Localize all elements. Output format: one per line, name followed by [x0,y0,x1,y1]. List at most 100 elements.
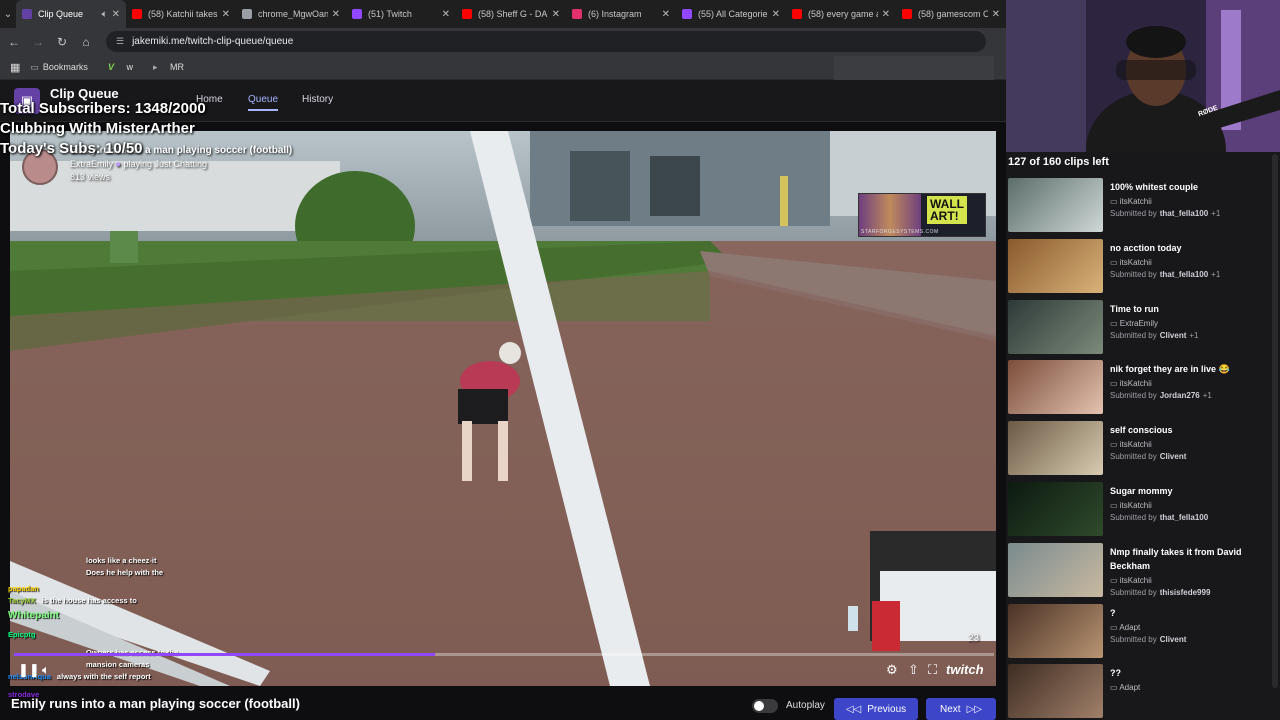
tab-close-icon[interactable]: ✕ [112,9,120,20]
tab-close-icon[interactable]: ✕ [662,9,670,20]
queue-scrollbar[interactable] [1272,154,1278,688]
chat-username[interactable]: strodave [8,690,39,699]
queue-item-broadcaster-line: ▭ ExtraEmily [1110,319,1158,328]
tab-close-icon[interactable]: ✕ [332,9,340,20]
video-progress-fill [14,653,436,656]
clip-game: playing Just Chatting [123,159,208,169]
browser-tab[interactable]: (58) gamescom O ✕ [896,0,1006,28]
bookmark-w[interactable]: V w [98,62,133,72]
queue-item[interactable]: Time to run ▭ ExtraEmily Submitted by Clive… [1006,299,1270,358]
chat-username[interactable]: papadan [8,584,39,593]
stream-title: Clubbing With MisterArther [0,120,195,137]
back-icon[interactable]: ← [2,35,26,49]
queue-thumbnail [1008,603,1103,658]
chat-message: Does he help with the [8,568,163,577]
tab-title: (55) All Categorie [698,9,768,19]
site-info-icon[interactable]: ☰ [116,36,124,47]
tab-favicon-icon [352,9,362,19]
url-text: jakemiki.me/twitch-clip-queue/queue [132,36,294,47]
nav-queue[interactable]: Queue [248,94,279,111]
total-subs: Total Subscribers: 1348/2000 [0,100,206,117]
queue-item[interactable]: ?? ▭ Adapt [1006,664,1270,720]
tab-close-icon[interactable]: ✕ [552,9,560,20]
share-icon[interactable]: ⇧ [908,662,919,678]
chat-username[interactable]: Whitepaint [8,610,59,621]
queue-thumbnail [1008,360,1103,415]
queue-item-broadcaster-line: ▭ itsKatchii [1110,258,1152,267]
tab-audio-icon[interactable]: 🔈︎ [102,9,108,20]
home-icon[interactable]: ⌂ [74,35,98,49]
queue-item-submitter-line: Submitted by Jordan276 +1 [1110,391,1212,400]
chat-username[interactable]: TacyMX [8,596,36,605]
video-timecode: 23 [968,633,980,644]
queue-item[interactable]: self conscious ▭ itsKatchii Submitted by Cl… [1006,421,1270,479]
queue-item-broadcaster: ExtraEmily [1119,318,1159,328]
queue-thumbnail [1008,542,1103,597]
queue-item-broadcaster-line: ▭ itsKatchii [1110,197,1152,206]
forward-icon[interactable]: → [26,35,50,49]
screen: ⌄ Clip Queue 🔈︎ ✕ (58) Katchii takes ✕ chrome… [0,0,1280,720]
webcam-image [1006,0,1280,152]
queue-item[interactable]: Nmp finally takes it from David Beckham ▭… [1006,542,1270,601]
browser-tab[interactable]: (55) All Categorie ✕ [676,0,786,28]
queue-item-title: 100% whitest couple [1110,182,1199,192]
queue-thumbnail [1008,664,1103,719]
tab-favicon-icon [22,9,32,19]
chat-bubble-icon: ▭ [1110,197,1120,206]
autoplay-knob [754,701,764,711]
tab-favicon-icon [132,9,142,19]
queue-item-broadcaster: itsKatchii [1119,575,1152,585]
pause-icon[interactable]: ❚❚ [18,662,40,678]
queue-item[interactable]: nik forget they are in live 😂 ▭ itsKatchi… [1006,360,1270,418]
browser-tab[interactable]: Clip Queue 🔈︎ ✕ [16,0,126,28]
next-button[interactable]: Next ▷▷ [926,698,996,720]
tab-favicon-icon [682,9,692,19]
queue-item-submitter: that_fella100 [1159,269,1209,279]
twitch-logo[interactable]: twitch [946,662,984,677]
queue-item[interactable]: no acction today ▭ itsKatchii Submitted by… [1006,238,1270,297]
url-bar[interactable]: ☰ jakemiki.me/twitch-clip-queue/queue [106,31,986,52]
webcam-feed: RØDE [1006,0,1280,152]
tab-close-icon[interactable]: ✕ [442,9,450,20]
browser-tab[interactable]: (51) Twitch ✕ [346,0,456,28]
tab-search-icon[interactable]: ⌄ [0,0,16,28]
chat-text: looks like a cheez-it [86,556,157,565]
nav-history[interactable]: History [302,94,333,105]
reload-icon[interactable]: ↻ [50,35,74,49]
browser-tab[interactable]: (58) Sheff G - DA ✕ [456,0,566,28]
browser-tab[interactable]: (58) Katchii takes ✕ [126,0,236,28]
browser-tab-strip: ⌄ Clip Queue 🔈︎ ✕ (58) Katchii takes ✕ chrome… [0,0,1006,28]
autoplay-toggle[interactable] [752,699,778,713]
browser-tab[interactable]: (58) every game a ✕ [786,0,896,28]
volume-icon[interactable]: 🔈︎ [42,662,50,678]
queue-item-submitter: thisisfede999 [1159,587,1211,597]
chat-bubble-icon: ▭ [1110,318,1120,328]
next-label: Next [940,703,961,715]
bookmark-bookmarks[interactable]: Bookmarks [43,62,88,72]
previous-button[interactable]: ◁◁ Previous [834,698,918,720]
queue-thumbnail [1008,482,1103,536]
chat-bubble-icon: ▭ [1110,575,1120,585]
queue-item[interactable]: ? ▭ Adapt Submitted by Clivent [1006,603,1270,662]
next-icon: ▷▷ [966,703,982,715]
tab-close-icon[interactable]: ✕ [222,9,230,20]
clip-broadcaster[interactable]: ExtraEmily [70,159,113,169]
queue-item[interactable]: Sugar mommy ▭ itsKatchii Submitted by that_… [1006,482,1270,540]
tab-close-icon[interactable]: ✕ [772,9,780,20]
tab-close-icon[interactable]: ✕ [882,9,890,20]
chat-username[interactable]: Epicptg [8,630,36,639]
queue-item[interactable]: 100% whitest couple ▭ itsKatchii Submitted… [1006,178,1270,236]
tab-title: (58) Katchii takes [148,9,218,19]
settings-gear-icon[interactable]: ⚙ [886,662,898,678]
video-progress-bar[interactable] [14,653,994,656]
apps-icon[interactable]: ▦ [10,61,20,74]
fullscreen-icon[interactable]: ⛶ [928,662,937,678]
browser-tab[interactable]: chrome_MgwOan ✕ [236,0,346,28]
bookmark-mr[interactable]: ▸ MR [143,62,184,73]
submitted-by-label: Submitted by [1110,452,1157,462]
queue-item-broadcaster-line: ▭ Adapt [1110,623,1140,632]
tab-favicon-icon [572,9,582,19]
tab-close-icon[interactable]: ✕ [992,9,1000,20]
submitted-by-label: Submitted by [1110,513,1157,522]
browser-tab[interactable]: (6) Instagram ✕ [566,0,676,28]
